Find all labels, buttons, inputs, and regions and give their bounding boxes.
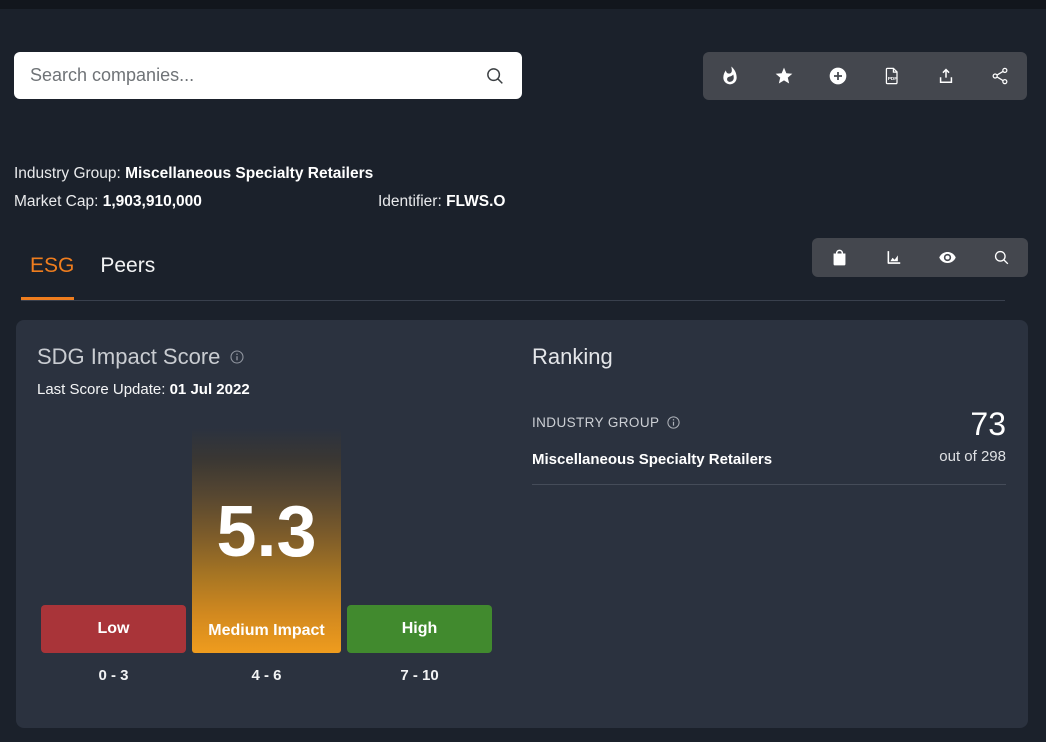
top-toolbar: PDF [703,52,1027,100]
watchlist-button[interactable] [927,238,967,277]
sdg-score-value: 5.3 [192,492,341,572]
upload-icon [936,66,956,86]
market-cap-value: 1,903,910,000 [103,193,202,210]
hot-companies-button[interactable] [710,52,750,100]
search-icon[interactable] [484,65,506,87]
shopping-bag-icon [830,248,849,267]
flame-icon [720,66,740,86]
rank-group-label-row: INDUSTRY GROUP [532,415,681,430]
market-cap-line: Market Cap: 1,903,910,000 Identifier: FL… [14,191,714,219]
plus-circle-icon [828,66,848,86]
rank-divider [532,484,1006,485]
gauge-medium-band: 5.3 Medium Impact [192,428,341,653]
add-button[interactable] [818,52,858,100]
gauge-high-band: High [347,605,492,653]
svg-text:PDF: PDF [888,76,897,81]
tab-esg[interactable]: ESG [30,254,74,278]
search-company-button[interactable] [981,238,1021,277]
market-cap-label: Market Cap: [14,193,98,210]
range-medium: 4 - 6 [192,667,341,684]
sdg-impact-card: SDG Impact Score Last Score Update: 01 J… [16,320,1028,728]
favorite-button[interactable] [764,52,804,100]
gauge-high-label: High [402,620,438,638]
identifier-label: Identifier: [378,193,442,210]
identifier-value: FLWS.O [446,193,505,210]
last-update-value: 01 Jul 2022 [170,381,250,398]
tab-bar: ESG Peers [30,254,155,278]
industry-group-value: Miscellaneous Specialty Retailers [125,165,373,182]
industry-group-line: Industry Group: Miscellaneous Specialty … [14,163,714,191]
charts-button[interactable] [873,238,913,277]
search-input[interactable] [14,65,484,86]
rank-value: 73 [939,406,1006,442]
portfolio-button[interactable] [819,238,859,277]
sdg-title-row: SDG Impact Score [37,344,245,370]
top-strip [0,0,1046,9]
eye-icon [938,248,957,267]
area-chart-icon [884,248,903,267]
company-info: Industry Group: Miscellaneous Specialty … [14,163,714,219]
range-high: 7 - 10 [347,667,492,684]
rank-number-block: 73 out of 298 [939,406,1006,465]
industry-group-label: Industry Group: [14,165,121,182]
industry-group-caption: INDUSTRY GROUP [532,415,659,430]
download-report-button[interactable] [926,52,966,100]
sdg-score-gauge: 5.3 Medium Impact Low High [41,428,492,653]
last-update-label: Last Score Update: [37,381,165,398]
gauge-low-label: Low [98,620,130,638]
search-icon [992,248,1011,267]
sdg-title: SDG Impact Score [37,344,220,370]
rank-total: out of 298 [939,448,1006,465]
identifier-group: Identifier: FLWS.O [378,191,506,213]
range-low: 0 - 3 [41,667,186,684]
mini-toolbar [812,238,1028,277]
share-icon [990,66,1010,86]
tab-peers[interactable]: Peers [100,254,155,278]
pdf-document-icon: PDF [882,66,902,86]
search-bar [14,52,522,99]
star-icon [774,66,794,86]
gauge-medium-label: Medium Impact [192,622,341,640]
info-icon[interactable] [229,349,245,365]
rank-group-name: Miscellaneous Specialty Retailers [532,451,772,468]
gauge-ranges: 0 - 3 4 - 6 7 - 10 [41,667,492,687]
info-icon[interactable] [666,415,681,430]
ranking-title: Ranking [532,344,613,370]
last-score-update: Last Score Update: 01 Jul 2022 [37,381,250,398]
export-pdf-button[interactable]: PDF [872,52,912,100]
share-button[interactable] [980,52,1020,100]
gauge-low-band: Low [41,605,186,653]
tab-divider [21,300,1005,301]
